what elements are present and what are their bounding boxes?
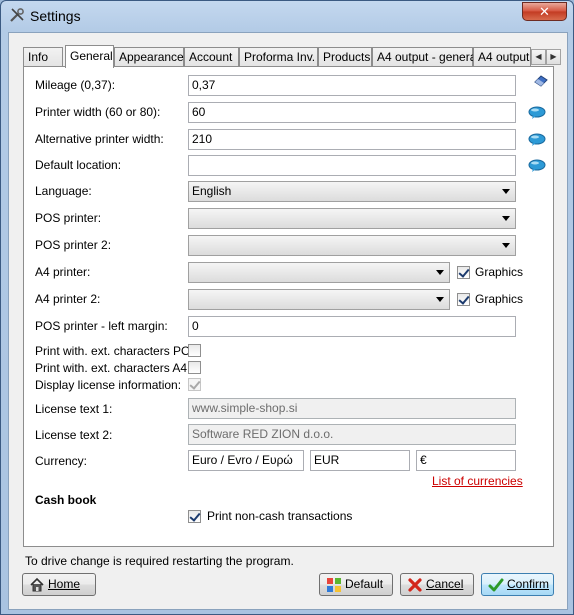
license-text-1-input[interactable]: www.simple-shop.si bbox=[188, 398, 516, 419]
info-bubble-icon[interactable] bbox=[528, 133, 546, 147]
ext-chars-pos-label: Print with. ext. characters POS: bbox=[35, 344, 202, 358]
currency-label: Currency: bbox=[35, 454, 88, 468]
tab-info[interactable]: Info bbox=[23, 47, 63, 67]
tab-account[interactable]: Account bbox=[184, 47, 239, 67]
default-icon bbox=[327, 578, 341, 592]
tab-strip: Info General Appearance Account Proforma… bbox=[23, 45, 561, 68]
home-button[interactable]: Home bbox=[22, 573, 96, 596]
tab-label: Appearance bbox=[119, 50, 184, 64]
chevron-down-icon bbox=[502, 216, 510, 221]
list-of-currencies-link[interactable]: List of currencies bbox=[432, 474, 523, 488]
alt-printer-width-input[interactable]: 210 bbox=[188, 129, 516, 150]
general-panel: Mileage (0,37): 0,37 Printer width (60 o… bbox=[23, 66, 554, 547]
title-bar[interactable]: Settings ✕ bbox=[1, 1, 573, 31]
pos-printer-select[interactable] bbox=[188, 208, 516, 229]
currency-symbol-input[interactable]: € bbox=[416, 450, 516, 471]
pos-printer-2-label: POS printer 2: bbox=[35, 238, 112, 252]
chevron-down-icon bbox=[436, 297, 444, 302]
chevron-down-icon bbox=[502, 243, 510, 248]
tab-a4-output[interactable]: A4 output bbox=[473, 47, 531, 67]
tab-a4-output-general[interactable]: A4 output - general bbox=[372, 47, 479, 67]
a4-printer-label: A4 printer: bbox=[35, 265, 91, 279]
currency-name-input[interactable]: Euro / Evro / Ευρώ bbox=[188, 450, 304, 471]
pos-left-margin-input[interactable]: 0 bbox=[188, 316, 516, 337]
ext-chars-a4-label: Print with. ext. characters A4: bbox=[35, 361, 191, 375]
language-value: English bbox=[192, 184, 232, 198]
printer-width-label: Printer width (60 or 80): bbox=[35, 105, 161, 119]
info-bubble-icon[interactable] bbox=[528, 159, 546, 173]
a4-printer-select[interactable] bbox=[188, 262, 450, 283]
printer-width-input[interactable]: 60 bbox=[188, 102, 516, 123]
eraser-icon[interactable] bbox=[532, 73, 550, 87]
alt-printer-width-label: Alternative printer width: bbox=[35, 132, 164, 146]
restart-note: To drive change is required restarting t… bbox=[25, 554, 294, 568]
tab-scroll-right-button[interactable]: ▶ bbox=[546, 49, 561, 65]
home-icon bbox=[30, 577, 44, 592]
tab-appearance[interactable]: Appearance bbox=[114, 47, 184, 67]
cancel-icon bbox=[408, 578, 422, 592]
language-label: Language: bbox=[35, 184, 92, 198]
ext-chars-pos-checkbox[interactable] bbox=[188, 344, 201, 357]
a4-printer-graphics-label: Graphics bbox=[475, 265, 524, 279]
currency-code-input[interactable]: EUR bbox=[310, 450, 410, 471]
client-area: Info General Appearance Account Proforma… bbox=[8, 32, 568, 610]
a4-printer-2-select[interactable] bbox=[188, 289, 450, 310]
close-button[interactable]: ✕ bbox=[522, 2, 567, 21]
print-noncash-checkbox[interactable] bbox=[188, 510, 201, 523]
tab-label: Products bbox=[323, 50, 371, 64]
cancel-button-label: Cancel bbox=[426, 577, 464, 591]
settings-tools-icon bbox=[10, 8, 24, 22]
tab-scroll-left-button[interactable]: ◀ bbox=[531, 49, 546, 65]
tab-label: Info bbox=[28, 50, 49, 64]
a4-printer-2-graphics-checkbox[interactable] bbox=[457, 293, 470, 306]
display-license-checkbox[interactable] bbox=[188, 378, 201, 391]
mileage-label: Mileage (0,37): bbox=[35, 78, 116, 92]
chevron-left-icon: ◀ bbox=[535, 52, 542, 61]
tab-label: Account bbox=[189, 50, 233, 64]
tab-proforma-inv[interactable]: Proforma Inv. bbox=[239, 47, 318, 67]
language-select[interactable]: English bbox=[188, 181, 516, 202]
confirm-button-label: Confirm bbox=[507, 577, 550, 591]
a4-printer-2-graphics-label: Graphics bbox=[475, 292, 524, 306]
license-text-2-label: License text 2: bbox=[35, 428, 113, 442]
mileage-input[interactable]: 0,37 bbox=[188, 75, 516, 96]
window-title: Settings bbox=[30, 8, 81, 24]
default-button[interactable]: Default bbox=[319, 573, 393, 596]
pos-left-margin-label: POS printer - left margin: bbox=[35, 319, 168, 333]
settings-window: Settings ✕ Info General Appearance Accou… bbox=[0, 0, 574, 615]
tab-general[interactable]: General bbox=[65, 45, 114, 68]
pos-printer-2-select[interactable] bbox=[188, 235, 516, 256]
print-noncash-label: Print non-cash transactions bbox=[207, 509, 353, 523]
tab-label: Proforma Inv. bbox=[244, 50, 316, 64]
tab-label: A4 output bbox=[478, 50, 530, 64]
cancel-button[interactable]: Cancel bbox=[400, 573, 474, 596]
close-icon: ✕ bbox=[539, 4, 550, 19]
display-license-label: Display license information: bbox=[35, 378, 182, 392]
tab-label: General bbox=[70, 49, 113, 63]
home-button-label: Home bbox=[48, 577, 81, 591]
license-text-1-label: License text 1: bbox=[35, 402, 113, 416]
default-location-label: Default location: bbox=[35, 158, 122, 172]
license-text-2-input[interactable]: Software RED ZION d.o.o. bbox=[188, 424, 516, 445]
ext-chars-a4-checkbox[interactable] bbox=[188, 361, 201, 374]
a4-printer-2-label: A4 printer 2: bbox=[35, 292, 101, 306]
a4-printer-graphics-checkbox[interactable] bbox=[457, 266, 470, 279]
confirm-button[interactable]: Confirm bbox=[481, 573, 554, 596]
default-location-input[interactable] bbox=[188, 155, 516, 176]
cash-book-heading: Cash book bbox=[35, 493, 97, 507]
info-bubble-icon[interactable] bbox=[528, 106, 546, 120]
pos-printer-label: POS printer: bbox=[35, 211, 102, 225]
tab-products[interactable]: Products bbox=[318, 47, 372, 67]
chevron-right-icon: ▶ bbox=[550, 52, 557, 61]
chevron-down-icon bbox=[502, 189, 510, 194]
confirm-icon bbox=[488, 578, 504, 592]
chevron-down-icon bbox=[436, 270, 444, 275]
default-button-label: Default bbox=[345, 577, 384, 591]
tab-label: A4 output - general bbox=[377, 50, 480, 64]
